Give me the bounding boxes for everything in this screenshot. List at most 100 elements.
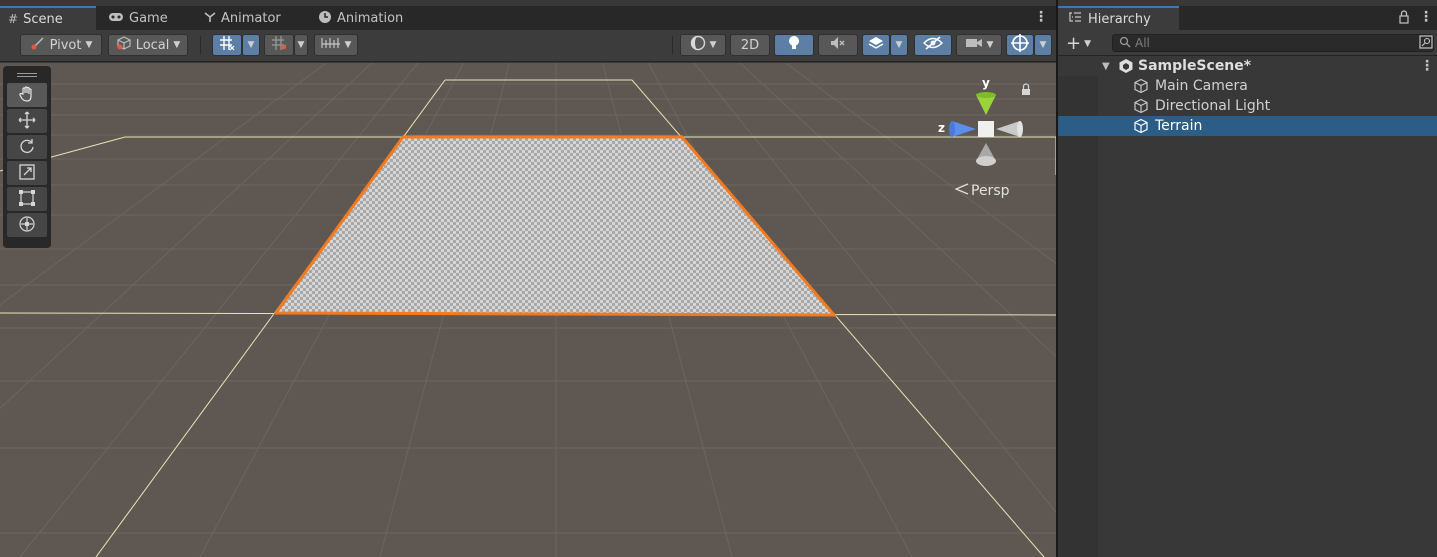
- projection-label: Persp: [971, 183, 1010, 199]
- scene-grid: [0, 63, 1056, 557]
- chevron-down-icon: ▼: [1039, 40, 1047, 50]
- transform-tool-button[interactable]: [7, 213, 47, 237]
- scene-viewport[interactable]: y z Persp: [0, 63, 1056, 557]
- gizmo-center-cube[interactable]: [978, 121, 994, 137]
- toolbar-divider: [200, 36, 201, 54]
- ruler-snap-dropdown[interactable]: ▼: [314, 34, 358, 56]
- projection-toggle[interactable]: Persp: [954, 183, 1010, 199]
- gameobject-cube-icon: [1133, 78, 1149, 94]
- scene-more-icon[interactable]: ⋮: [1034, 10, 1048, 24]
- perspective-icon: [954, 183, 969, 199]
- hierarchy-panel: Hierarchy ⋮ + ▼ All ▼ SampleScene* ⋮ Mai…: [1058, 0, 1437, 557]
- orientation-gizmo[interactable]: y z: [930, 71, 1040, 171]
- ruler-icon: [320, 36, 341, 54]
- expand-arrow-icon[interactable]: ▼: [1102, 61, 1110, 72]
- toggle-2d-button[interactable]: 2D: [730, 34, 770, 56]
- hierarchy-title: Hierarchy: [1088, 11, 1151, 27]
- search-options-icon[interactable]: [1419, 35, 1433, 52]
- magnet-grid-icon: [270, 34, 288, 56]
- scene-tab-bar: # Scene Game Animator Animation ⋮: [0, 6, 1056, 30]
- local-cube-icon: [116, 35, 132, 55]
- hierarchy-tree: ▼ SampleScene* ⋮ Main Camera Directional…: [1058, 56, 1437, 136]
- hierarchy-gutter: [1058, 76, 1098, 557]
- search-icon: [1119, 36, 1131, 51]
- gizmos-dropdown[interactable]: ▼: [1034, 34, 1052, 56]
- scene-name: SampleScene*: [1138, 58, 1252, 74]
- local-dropdown[interactable]: Local ▼: [108, 34, 188, 56]
- scene-row[interactable]: ▼ SampleScene* ⋮: [1058, 56, 1437, 76]
- move-tool-button[interactable]: [7, 109, 47, 133]
- gizmo-lock-icon[interactable]: [1022, 83, 1030, 95]
- hierarchy-tab-bar: Hierarchy ⋮: [1058, 6, 1437, 30]
- tab-animator[interactable]: Animator: [196, 6, 289, 30]
- tab-animation[interactable]: Animation: [310, 6, 411, 30]
- hierarchy-more-icon[interactable]: ⋮: [1419, 10, 1433, 24]
- create-dropdown[interactable]: + ▼: [1066, 33, 1091, 54]
- move-arrows-icon: [18, 111, 36, 132]
- mute-speaker-icon: [830, 36, 846, 54]
- panel-lock-icon[interactable]: [1398, 10, 1410, 27]
- hand-icon: [18, 85, 36, 106]
- grid-snap-button[interactable]: [212, 34, 242, 56]
- scene-menu-icon[interactable]: ⋮: [1420, 59, 1434, 73]
- palette-grip-icon[interactable]: [7, 69, 47, 81]
- animator-icon: [204, 11, 216, 26]
- gameobject-cube-icon: [1133, 118, 1149, 134]
- gameobject-cube-icon: [1133, 98, 1149, 114]
- lightbulb-icon: [787, 35, 801, 55]
- z-axis-cone[interactable]: [952, 121, 976, 137]
- tool-palette: [3, 66, 51, 248]
- hierarchy-item-directional-light[interactable]: Directional Light: [1058, 96, 1437, 116]
- scale-icon: [18, 163, 36, 184]
- grid-snap-icon: [218, 34, 236, 56]
- x-axis-cone[interactable]: [996, 121, 1020, 137]
- chevron-down-icon: ▼: [173, 40, 181, 50]
- tab-game[interactable]: Game: [100, 6, 176, 30]
- hierarchy-toolbar: + ▼: [1058, 30, 1437, 56]
- unity-scene-icon: [1118, 58, 1134, 74]
- z-axis-label: z: [938, 121, 945, 135]
- tab-scene[interactable]: # Scene: [0, 6, 96, 30]
- draw-mode-dropdown[interactable]: ▼: [680, 34, 726, 56]
- grid-icon: #: [8, 12, 19, 26]
- rect-tool-button[interactable]: [7, 187, 47, 211]
- transform-icon: [18, 215, 36, 236]
- lighting-toggle-button[interactable]: [774, 34, 814, 56]
- hierarchy-item-terrain[interactable]: Terrain: [1058, 116, 1437, 136]
- tab-animation-label: Animation: [337, 10, 404, 26]
- clock-icon: [318, 10, 332, 27]
- hierarchy-list-icon: [1068, 11, 1082, 27]
- hand-tool-button[interactable]: [7, 83, 47, 107]
- toolbar-divider: [672, 36, 673, 54]
- y-axis-label: y: [982, 76, 990, 90]
- plus-icon: +: [1066, 33, 1082, 54]
- gizmo-icon: [1011, 34, 1029, 56]
- rotate-tool-button[interactable]: [7, 135, 47, 159]
- gizmos-toggle-button[interactable]: [1006, 34, 1034, 56]
- hidden-eye-icon: [923, 36, 943, 54]
- chevron-down-icon: ▼: [344, 40, 352, 50]
- increment-snap-button[interactable]: [264, 34, 294, 56]
- camera-icon: [965, 37, 983, 53]
- rect-transform-icon: [18, 189, 36, 210]
- toggle-2d-label: 2D: [740, 37, 760, 53]
- camera-settings-dropdown[interactable]: ▼: [956, 34, 1002, 56]
- terrain-plane[interactable]: [273, 135, 838, 317]
- audio-toggle-button[interactable]: [818, 34, 858, 56]
- grid-snap-dropdown[interactable]: ▼: [242, 34, 260, 56]
- scale-tool-button[interactable]: [7, 161, 47, 185]
- chevron-down-icon: ▼: [895, 40, 903, 50]
- hierarchy-item-label: Terrain: [1155, 118, 1203, 134]
- effects-dropdown[interactable]: ▼: [890, 34, 908, 56]
- local-label: Local: [135, 37, 170, 53]
- scene-visibility-button[interactable]: [914, 34, 952, 56]
- chevron-down-icon: ▼: [1084, 38, 1092, 49]
- hierarchy-item-main-camera[interactable]: Main Camera: [1058, 76, 1437, 96]
- tab-hierarchy[interactable]: Hierarchy: [1058, 6, 1179, 30]
- pivot-dropdown[interactable]: Pivot ▼: [20, 34, 102, 56]
- effects-toggle-button[interactable]: [862, 34, 890, 56]
- increment-snap-dropdown[interactable]: ▼: [294, 34, 308, 56]
- gamepad-icon: [108, 11, 124, 25]
- hierarchy-item-label: Main Camera: [1155, 78, 1248, 94]
- search-input[interactable]: [1135, 36, 1395, 50]
